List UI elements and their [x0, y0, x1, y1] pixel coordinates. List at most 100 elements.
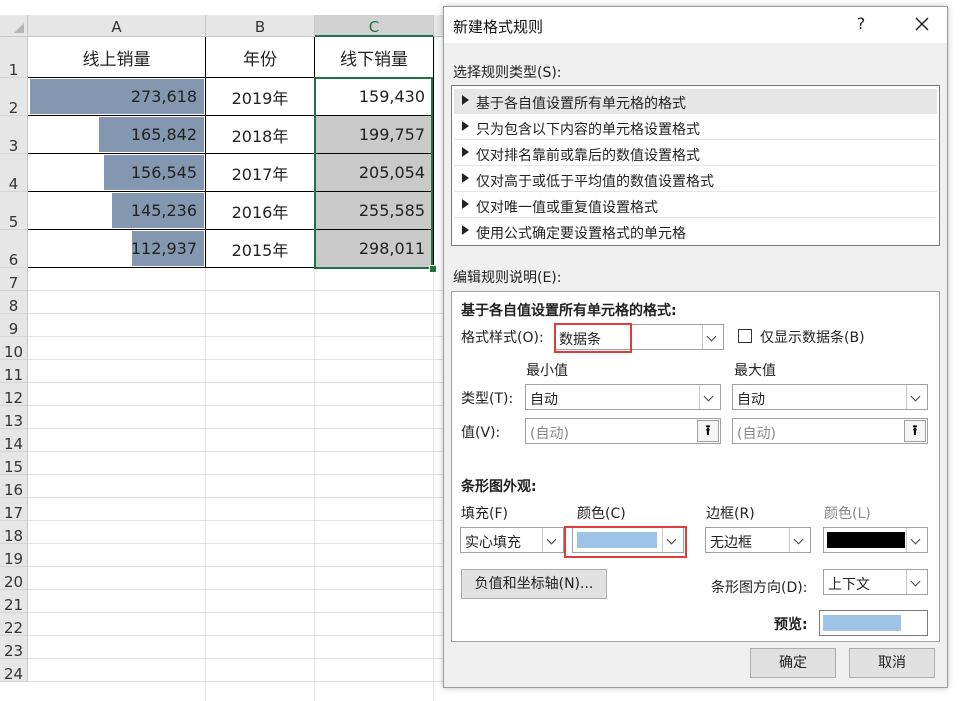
row-number: 12 [3, 389, 24, 407]
border-color-picker[interactable] [823, 527, 928, 553]
cancel-button[interactable]: 取消 [849, 648, 935, 678]
row-header-12[interactable]: 12 [0, 383, 28, 407]
cell-a2[interactable]: 273,618 [28, 78, 206, 116]
row-header-5[interactable]: 5 [0, 192, 28, 231]
min-value-input[interactable]: (自动) ⭱ [525, 418, 721, 444]
border-select[interactable]: 无边框 [705, 527, 811, 553]
cell-a5[interactable]: 145,236 [28, 192, 206, 230]
help-button[interactable]: ? [850, 13, 872, 35]
row-header-18[interactable]: 18 [0, 521, 28, 545]
row-number: 20 [3, 573, 24, 591]
row-header-15[interactable]: 15 [0, 452, 28, 476]
negative-axis-button[interactable]: 负值和坐标轴(N)... [461, 569, 607, 599]
row-number: 24 [3, 665, 24, 683]
dropdown-button[interactable] [906, 528, 927, 552]
cell-c6[interactable]: 298,011 [315, 230, 434, 268]
row-number: 13 [3, 412, 24, 430]
cell-c2[interactable]: 159,430 [315, 78, 434, 116]
row-header-24[interactable]: 24 [0, 659, 28, 683]
row-header-17[interactable]: 17 [0, 498, 28, 522]
max-type-select[interactable]: 自动 [732, 384, 928, 410]
gridline [28, 612, 445, 613]
cell-b3[interactable]: 2018年 [206, 116, 315, 154]
dropdown-button[interactable] [906, 570, 927, 594]
close-button[interactable] [909, 11, 935, 37]
cell-b4[interactable]: 2017年 [206, 154, 315, 192]
cell-c3[interactable]: 199,757 [315, 116, 434, 154]
cell-c5[interactable]: 255,585 [315, 192, 434, 230]
cell-c1[interactable]: 线下销量 [315, 37, 434, 78]
cell-b6[interactable]: 2015年 [206, 230, 315, 268]
row-header-8[interactable]: 8 [0, 291, 28, 315]
select-all-corner[interactable] [0, 15, 28, 37]
rule-type-item[interactable]: 仅对排名靠前或靠后的数值设置格式 [454, 141, 937, 166]
dropdown-button[interactable] [662, 528, 683, 552]
cell-value: 159,430 [358, 87, 425, 106]
column-header-b[interactable]: B [206, 15, 315, 37]
dropdown-button[interactable] [789, 528, 810, 552]
rule-type-list[interactable]: 基于各自值设置所有单元格的格式 只为包含以下内容的单元格设置格式 仅对排名靠前或… [451, 85, 940, 246]
rule-type-label: 仅对高于或低于平均值的数值设置格式 [476, 174, 714, 190]
row-header-4[interactable]: 4 [0, 154, 28, 193]
dropdown-button[interactable] [702, 325, 723, 349]
cell-a3[interactable]: 165,842 [28, 116, 206, 154]
select-rule-type-label: 选择规则类型(S): [453, 65, 562, 81]
row-header-13[interactable]: 13 [0, 406, 28, 430]
preview-bar [823, 615, 901, 631]
cell-value: 2017年 [231, 164, 289, 184]
cell-c4[interactable]: 205,054 [315, 154, 434, 192]
row-number: 11 [3, 366, 24, 384]
rule-type-item[interactable]: 仅对唯一值或重复值设置格式 [454, 193, 937, 218]
row-number: 18 [3, 527, 24, 545]
row-header-2[interactable]: 2 [0, 78, 28, 117]
row-number: 17 [3, 504, 24, 522]
column-header-c[interactable]: C [315, 15, 434, 37]
rule-type-item[interactable]: 基于各自值设置所有单元格的格式 [454, 89, 937, 114]
row-header-6[interactable]: 6 [0, 230, 28, 269]
row-header-20[interactable]: 20 [0, 567, 28, 591]
rule-type-item[interactable]: 只为包含以下内容的单元格设置格式 [454, 115, 937, 140]
cell-value: 199,757 [358, 125, 425, 144]
row-header-16[interactable]: 16 [0, 475, 28, 499]
rule-type-item[interactable]: 使用公式确定要设置格式的单元格 [454, 219, 937, 244]
cell-value: 2018年 [231, 126, 289, 146]
dropdown-button[interactable] [906, 385, 927, 409]
direction-select[interactable]: 上下文 [823, 569, 928, 595]
row-header-21[interactable]: 21 [0, 590, 28, 614]
max-label: 最大值 [734, 363, 776, 379]
column-header-a[interactable]: A [28, 15, 206, 37]
row-header-10[interactable]: 10 [0, 337, 28, 361]
row-header-19[interactable]: 19 [0, 544, 28, 568]
row-header-22[interactable]: 22 [0, 613, 28, 637]
gridline [205, 268, 206, 701]
show-bar-only-label: 仅显示数据条(B) [760, 330, 865, 346]
bar-color-picker[interactable] [572, 527, 684, 553]
gridline [28, 428, 445, 429]
row-header-9[interactable]: 9 [0, 314, 28, 338]
min-type-select[interactable]: 自动 [525, 384, 721, 410]
row-header-23[interactable]: 23 [0, 636, 28, 660]
ok-button[interactable]: 确定 [750, 648, 836, 678]
row-header-14[interactable]: 14 [0, 429, 28, 453]
row-header-1[interactable]: 1 [0, 37, 28, 79]
fill-handle[interactable] [429, 265, 437, 273]
cell-b5[interactable]: 2016年 [206, 192, 315, 230]
fill-select[interactable]: 实心填充 [460, 527, 564, 553]
cell-a4[interactable]: 156,545 [28, 154, 206, 192]
cell-a1[interactable]: 线上销量 [28, 37, 206, 78]
format-style-label: 格式样式(O): [461, 330, 544, 346]
cell-a6[interactable]: 112,937 [28, 230, 206, 268]
row-header-11[interactable]: 11 [0, 360, 28, 384]
dropdown-button[interactable] [542, 528, 563, 552]
row-header-7[interactable]: 7 [0, 268, 28, 292]
dropdown-button[interactable] [699, 385, 720, 409]
row-header-3[interactable]: 3 [0, 116, 28, 155]
cell-b2[interactable]: 2019年 [206, 78, 315, 116]
max-value-input[interactable]: (自动) ⭱ [732, 418, 928, 444]
show-bar-only-checkbox[interactable] [738, 329, 752, 343]
range-select-button[interactable]: ⭱ [904, 420, 926, 442]
format-style-select[interactable]: 数据条 [554, 324, 724, 350]
range-select-button[interactable]: ⭱ [697, 420, 719, 442]
cell-b1[interactable]: 年份 [206, 37, 315, 78]
rule-type-item[interactable]: 仅对高于或低于平均值的数值设置格式 [454, 167, 937, 192]
